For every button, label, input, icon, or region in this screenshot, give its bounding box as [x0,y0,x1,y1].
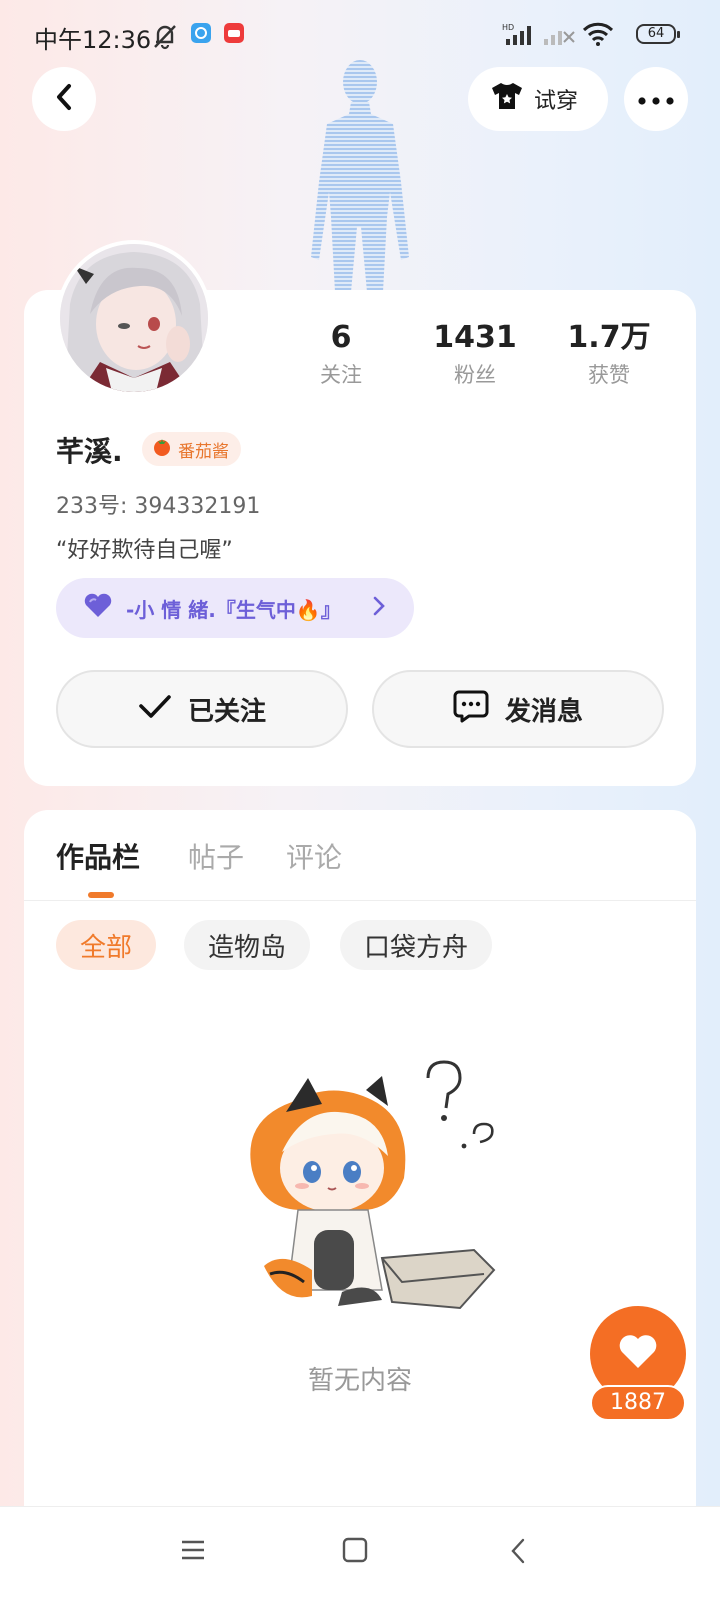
no-signal-icon [542,22,576,50]
fan-badge-label: 番茄酱 [178,441,229,462]
user-id: 233号: 394332191 [56,494,261,519]
user-signature: “好好欺待自己喔” [56,538,233,563]
heart-icon [82,593,114,624]
mood-status-pill[interactable]: -小 情 緒.『生气中🔥』 [56,578,414,638]
username: 芊溪. [56,435,123,468]
following-count: 6 [330,320,352,355]
stat-followers[interactable]: 1431 粉丝 [420,318,530,392]
avatar[interactable] [56,240,212,396]
checkmark-icon [138,693,172,726]
send-message-button[interactable]: 发消息 [372,670,664,748]
try-on-button[interactable]: 试穿 [468,67,608,131]
hd-signal-icon: HD [502,22,538,50]
fan-badge[interactable]: 番茄酱 [142,432,241,466]
tshirt-icon [490,81,524,117]
like-count-badge: 1887 [590,1385,686,1421]
active-tab-indicator [88,892,114,898]
battery-icon: 64 [636,24,680,44]
heart-icon [618,1334,658,1374]
tab-comments[interactable]: 评论 [286,836,342,876]
mute-bell-icon [150,22,180,54]
filter-chip-creation-island[interactable]: 造物岛 [184,920,311,970]
svg-text:HD: HD [502,23,514,32]
followed-button-label: 已关注 [187,696,266,727]
system-nav-bar [0,1506,720,1600]
app-notification-icon [190,22,212,48]
send-message-label: 发消息 [504,696,583,727]
tomato-icon [152,437,172,462]
more-dots-icon [638,90,674,109]
try-on-label: 试穿 [534,89,579,114]
back-nav-icon[interactable] [508,1537,528,1569]
back-button[interactable] [32,67,96,131]
menu-icon[interactable] [180,1537,206,1567]
filter-chip-all[interactable]: 全部 [56,920,157,970]
home-square-icon[interactable] [342,1537,368,1567]
stat-following[interactable]: 6 关注 [286,318,396,392]
status-time: 中午12:36 [34,26,152,54]
chevron-right-icon [372,594,386,623]
chat-bubble-icon [453,689,489,730]
wifi-icon [582,22,614,50]
tab-posts[interactable]: 帖子 [188,836,244,876]
following-label: 关注 [320,363,362,387]
followers-label: 粉丝 [454,363,496,387]
empty-state-mascot-illustration [242,1060,504,1320]
followed-button[interactable]: 已关注 [56,670,348,748]
stat-likes[interactable]: 1.7万 获赞 [554,318,664,392]
back-arrow-icon [53,83,75,115]
likes-received-count: 1.7万 [567,320,651,355]
mood-status-label: -小 情 緒.『生气中🔥』 [126,597,341,622]
followers-count: 1431 [433,320,517,355]
tab-divider [24,900,696,901]
tab-works[interactable]: 作品栏 [56,836,140,876]
avatar-hologram-figure [295,52,425,292]
more-options-button[interactable] [624,67,688,131]
filter-chip-pocket-ark[interactable]: 口袋方舟 [340,920,493,970]
likes-received-label: 获赞 [588,363,630,387]
app-notification-icon [223,22,245,48]
